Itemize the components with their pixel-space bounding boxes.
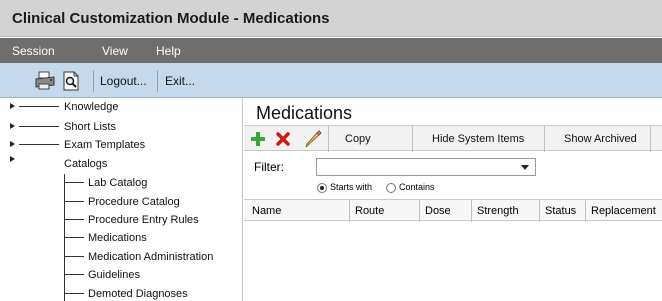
radio-starts-with[interactable]: [317, 183, 327, 193]
tree-item-short-lists[interactable]: Short Lists: [64, 121, 116, 133]
tree-connector: [19, 106, 59, 107]
column-separator[interactable]: [419, 200, 420, 222]
tree-connector: [64, 219, 84, 220]
title-bar: Clinical Customization Module - Medicati…: [0, 0, 662, 37]
pencil-icon[interactable]: [304, 130, 322, 151]
column-separator[interactable]: [471, 200, 472, 222]
tree-item-medications[interactable]: Medications: [88, 232, 147, 244]
tree-connector: [19, 126, 59, 127]
toolbar-separator: [93, 70, 94, 92]
column-header-name[interactable]: Name: [252, 205, 281, 217]
window-title: Clinical Customization Module - Medicati…: [12, 10, 330, 27]
tree-item-lab-catalog[interactable]: Lab Catalog: [88, 177, 147, 189]
column-header-dose[interactable]: Dose: [425, 205, 451, 217]
tree-connector: [19, 144, 59, 145]
filter-combobox[interactable]: [316, 158, 536, 176]
show-archived-button[interactable]: Show Archived: [564, 133, 637, 145]
menu-view[interactable]: View: [102, 44, 128, 58]
action-separator: [328, 126, 329, 152]
menu-session[interactable]: Session: [12, 44, 55, 58]
expand-arrow-icon[interactable]: [10, 123, 15, 129]
toolbar: Logout... Exit...: [0, 63, 662, 98]
tree-item-procedure-catalog[interactable]: Procedure Catalog: [88, 196, 180, 208]
copy-button[interactable]: Copy: [345, 133, 371, 145]
tree-item-exam-templates[interactable]: Exam Templates: [64, 139, 145, 151]
tree-connector: [64, 274, 84, 275]
tree-connector: [64, 201, 84, 202]
delete-x-icon[interactable]: [275, 131, 291, 150]
expand-arrow-icon[interactable]: [10, 141, 15, 147]
radio-contains[interactable]: [386, 183, 396, 193]
tree-connector: [64, 237, 84, 238]
tree-item-guidelines[interactable]: Guidelines: [88, 269, 140, 281]
plus-icon[interactable]: [250, 131, 266, 150]
action-bar: Copy Hide System Items Show Archived: [244, 125, 662, 152]
radio-contains-label: Contains: [399, 182, 435, 192]
logout-button[interactable]: Logout...: [100, 74, 147, 88]
tree-connector: [64, 256, 84, 257]
tree-item-procedure-entry-rules[interactable]: Procedure Entry Rules: [88, 214, 199, 226]
tree-item-demoted-diagnoses[interactable]: Demoted Diagnoses: [88, 288, 188, 300]
column-separator[interactable]: [349, 200, 350, 222]
column-separator[interactable]: [539, 200, 540, 222]
column-header-status[interactable]: Status: [545, 205, 576, 217]
menu-bar: Session View Help: [0, 38, 662, 63]
action-separator: [650, 126, 651, 152]
exit-button[interactable]: Exit...: [165, 74, 195, 88]
navigation-tree: Knowledge Short Lists Exam Templates Cat…: [0, 98, 243, 301]
printer-icon[interactable]: [34, 71, 55, 91]
tree-item-catalogs[interactable]: Catalogs: [64, 158, 107, 170]
action-separator: [412, 126, 413, 152]
action-separator: [544, 126, 545, 152]
chevron-down-icon[interactable]: [521, 165, 529, 170]
hide-system-items-button[interactable]: Hide System Items: [432, 133, 524, 145]
expand-arrow-icon[interactable]: [10, 103, 15, 109]
tree-item-knowledge[interactable]: Knowledge: [64, 101, 118, 113]
print-preview-icon[interactable]: [61, 71, 81, 91]
tree-connector: [64, 182, 84, 183]
column-header-route[interactable]: Route: [355, 205, 384, 217]
column-separator[interactable]: [585, 200, 586, 222]
tree-item-medication-administration[interactable]: Medication Administration: [88, 251, 213, 263]
medications-panel: Medications Copy Hide System Items Show …: [244, 98, 662, 301]
tree-connector: [64, 293, 84, 294]
menu-help[interactable]: Help: [156, 44, 181, 58]
toolbar-separator: [157, 70, 158, 92]
column-header-replacement[interactable]: Replacement: [591, 205, 656, 217]
filter-label: Filter:: [254, 160, 284, 174]
column-header-strength[interactable]: Strength: [477, 205, 519, 217]
medications-table-header: Name Route Dose Strength Status Replacem…: [244, 199, 662, 222]
collapse-arrow-icon[interactable]: [10, 156, 15, 162]
radio-starts-with-label: Starts with: [330, 182, 373, 192]
page-title: Medications: [256, 103, 353, 123]
